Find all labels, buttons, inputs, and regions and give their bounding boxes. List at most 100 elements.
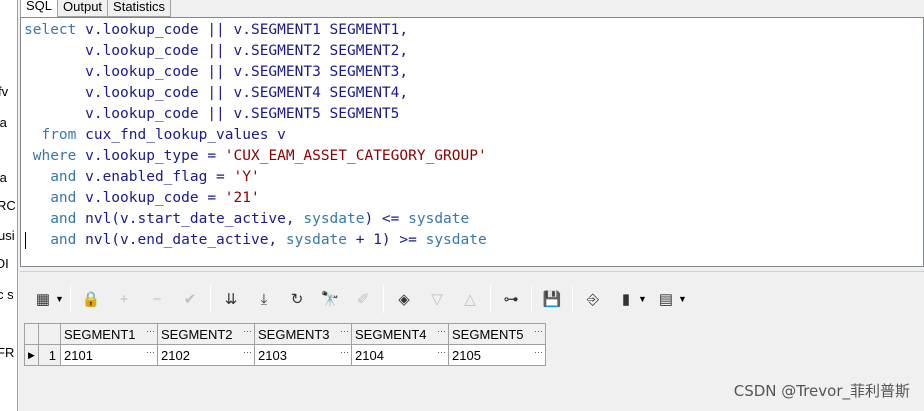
cell-ellipsis-icon[interactable]: ⋯ <box>243 347 252 358</box>
code-token: where <box>24 148 86 164</box>
code-token: v.lookup_code = <box>85 190 225 206</box>
code-token: + 1) >= <box>347 232 426 248</box>
fetch-next-icon[interactable]: ⇊ <box>218 286 244 312</box>
code-line: and nvl(v.end_date_active, sysdate + 1) … <box>24 230 487 251</box>
toolbar-separator <box>531 285 532 313</box>
query-by-example-icon[interactable]: ◈ <box>391 286 417 312</box>
code-token: v.enabled_flag = <box>85 169 234 185</box>
tab-statistics[interactable]: Statistics <box>107 0 172 17</box>
delete-row-icon[interactable]: − <box>144 286 170 312</box>
code-token: v.lookup_code || v.SEGMENT2 SEGMENT2, <box>24 43 409 59</box>
grid-cell[interactable]: 2101 ⋯ <box>60 344 158 366</box>
cell-value: 2101 <box>64 347 93 363</box>
cell-value: 2104 <box>355 347 384 363</box>
cell-ellipsis-icon[interactable]: ⋯ <box>146 347 155 358</box>
cell-ellipsis-icon[interactable]: ⋯ <box>340 347 349 358</box>
result-toolbar: ▦ ▼ 🔒 + − ✔ ⇊ ⤓ ↻ 🔭 ✐ ◈ ▽ △ ⊶ 💾 ⎆ ▮ ▼ ▤ ▼ <box>20 275 924 323</box>
code-token: nvl(v.end_date_active, <box>85 232 286 248</box>
grid-view-icon[interactable]: ▦ <box>30 286 56 312</box>
code-token: select <box>24 22 86 38</box>
grid-cell[interactable]: 2103 ⋯ <box>254 344 352 366</box>
code-line: where v.lookup_type = 'CUX_EAM_ASSET_CAT… <box>24 146 487 167</box>
column-menu-icon[interactable]: ⋯ <box>146 326 155 337</box>
code-token: and <box>24 232 86 248</box>
code-line: v.lookup_code || v.SEGMENT2 SEGMENT2, <box>24 41 487 62</box>
refresh-icon[interactable]: ↻ <box>284 286 310 312</box>
column-header-label: SEGMENT4 <box>355 326 427 342</box>
code-token: and <box>24 211 86 227</box>
column-header-label: SEGMENT1 <box>64 326 136 342</box>
table-row[interactable]: ▶ 1 2101 ⋯ 2102 ⋯ 2103 ⋯ 2104 ⋯ 2105 ⋯ <box>24 344 546 366</box>
column-header-segment4[interactable]: SEGMENT4 ⋯ <box>351 323 449 345</box>
fetch-last-icon[interactable]: ⤓ <box>251 286 277 312</box>
grid-cell[interactable]: 2102 ⋯ <box>157 344 255 366</box>
left-fragment: usi <box>0 228 15 243</box>
save-icon[interactable]: 💾 <box>539 286 565 312</box>
export-icon[interactable]: ⎆ <box>580 286 606 312</box>
left-fragment: c s <box>0 287 14 302</box>
code-token: v.lookup_code || v.SEGMENT3 SEGMENT3, <box>24 64 409 80</box>
code-token: from <box>24 127 86 143</box>
column-menu-icon[interactable]: ⋯ <box>437 326 446 337</box>
cell-value: 2105 <box>452 347 481 363</box>
code-line: and v.lookup_code = '21' <box>24 188 487 209</box>
pane-splitter[interactable] <box>20 267 924 272</box>
left-panel-strip: fv ta ta RC usi OI c s FR <box>0 0 18 411</box>
column-header-segment5[interactable]: SEGMENT5 ⋯ <box>448 323 546 345</box>
sort-down-icon[interactable]: ▽ <box>424 286 450 312</box>
code-token: sysdate <box>303 211 365 227</box>
dropdown-caret-icon[interactable]: ▼ <box>678 294 687 304</box>
binoculars-icon[interactable]: 🔭 <box>317 286 343 312</box>
text-cursor <box>25 232 26 249</box>
column-header-label: SEGMENT3 <box>258 326 330 342</box>
editor-tabs: SQL Output Statistics <box>20 0 172 17</box>
column-menu-icon[interactable]: ⋯ <box>534 326 543 337</box>
dropdown-caret-icon[interactable]: ▼ <box>55 294 64 304</box>
tab-output[interactable]: Output <box>57 0 109 17</box>
grid-cell[interactable]: 2104 ⋯ <box>351 344 449 366</box>
code-token: v.lookup_code || v.SEGMENT4 SEGMENT4, <box>24 85 409 101</box>
code-token: v.lookup_code || v.SEGMENT1 SEGMENT1, <box>85 22 409 38</box>
result-grid: SEGMENT1 ⋯ SEGMENT2 ⋯ SEGMENT3 ⋯ SEGMENT4 ⋯ … <box>24 323 546 366</box>
eraser-icon[interactable]: ✐ <box>350 286 376 312</box>
code-line: v.lookup_code || v.SEGMENT3 SEGMENT3, <box>24 62 487 83</box>
sql-code: select v.lookup_code || v.SEGMENT1 SEGME… <box>24 20 487 251</box>
row-number: 1 <box>38 344 61 366</box>
code-token: v.lookup_code || v.SEGMENT5 SEGMENT5 <box>24 106 400 122</box>
code-line: v.lookup_code || v.SEGMENT5 SEGMENT5 <box>24 104 487 125</box>
code-line: v.lookup_code || v.SEGMENT4 SEGMENT4, <box>24 83 487 104</box>
column-menu-icon[interactable]: ⋯ <box>243 326 252 337</box>
toolbar-separator <box>70 285 71 313</box>
result-grid-area: SEGMENT1 ⋯ SEGMENT2 ⋯ SEGMENT3 ⋯ SEGMENT4 ⋯ … <box>20 323 924 411</box>
tab-sql[interactable]: SQL <box>20 0 59 17</box>
sort-up-icon[interactable]: △ <box>457 286 483 312</box>
grid-cell[interactable]: 2105 ⋯ <box>448 344 546 366</box>
app-window: fv ta ta RC usi OI c s FR SQL Output Sta… <box>0 0 924 411</box>
column-menu-icon[interactable]: ⋯ <box>340 326 349 337</box>
code-token: sysdate <box>425 232 487 248</box>
sql-editor[interactable]: select v.lookup_code || v.SEGMENT1 SEGME… <box>20 17 924 267</box>
add-row-icon[interactable]: + <box>111 286 137 312</box>
cell-ellipsis-icon[interactable]: ⋯ <box>534 347 543 358</box>
code-token: cux_fnd_lookup_values v <box>85 127 286 143</box>
code-token: '21' <box>224 190 260 206</box>
left-fragment: fv <box>0 84 9 99</box>
left-fragment: ta <box>0 170 7 185</box>
tree-icon[interactable]: ⊶ <box>498 286 524 312</box>
column-header-label: SEGMENT5 <box>452 326 524 342</box>
cell-ellipsis-icon[interactable]: ⋯ <box>437 347 446 358</box>
lock-icon[interactable]: 🔒 <box>78 286 104 312</box>
code-token: and <box>24 169 86 185</box>
column-header-segment1[interactable]: SEGMENT1 ⋯ <box>60 323 158 345</box>
column-header-segment2[interactable]: SEGMENT2 ⋯ <box>157 323 255 345</box>
code-token: ) <= <box>364 211 409 227</box>
column-header-segment3[interactable]: SEGMENT3 ⋯ <box>254 323 352 345</box>
post-changes-icon[interactable]: ✔ <box>177 286 203 312</box>
code-token: 'Y' <box>233 169 260 185</box>
code-token: 'CUX_EAM_ASSET_CATEGORY_GROUP' <box>224 148 487 164</box>
code-line: select v.lookup_code || v.SEGMENT1 SEGME… <box>24 20 487 41</box>
left-fragment: OI <box>0 256 9 271</box>
chart-icon[interactable]: ▮ <box>613 286 639 312</box>
dropdown-caret-icon[interactable]: ▼ <box>638 294 647 304</box>
table-export-icon[interactable]: ▤ <box>653 286 679 312</box>
